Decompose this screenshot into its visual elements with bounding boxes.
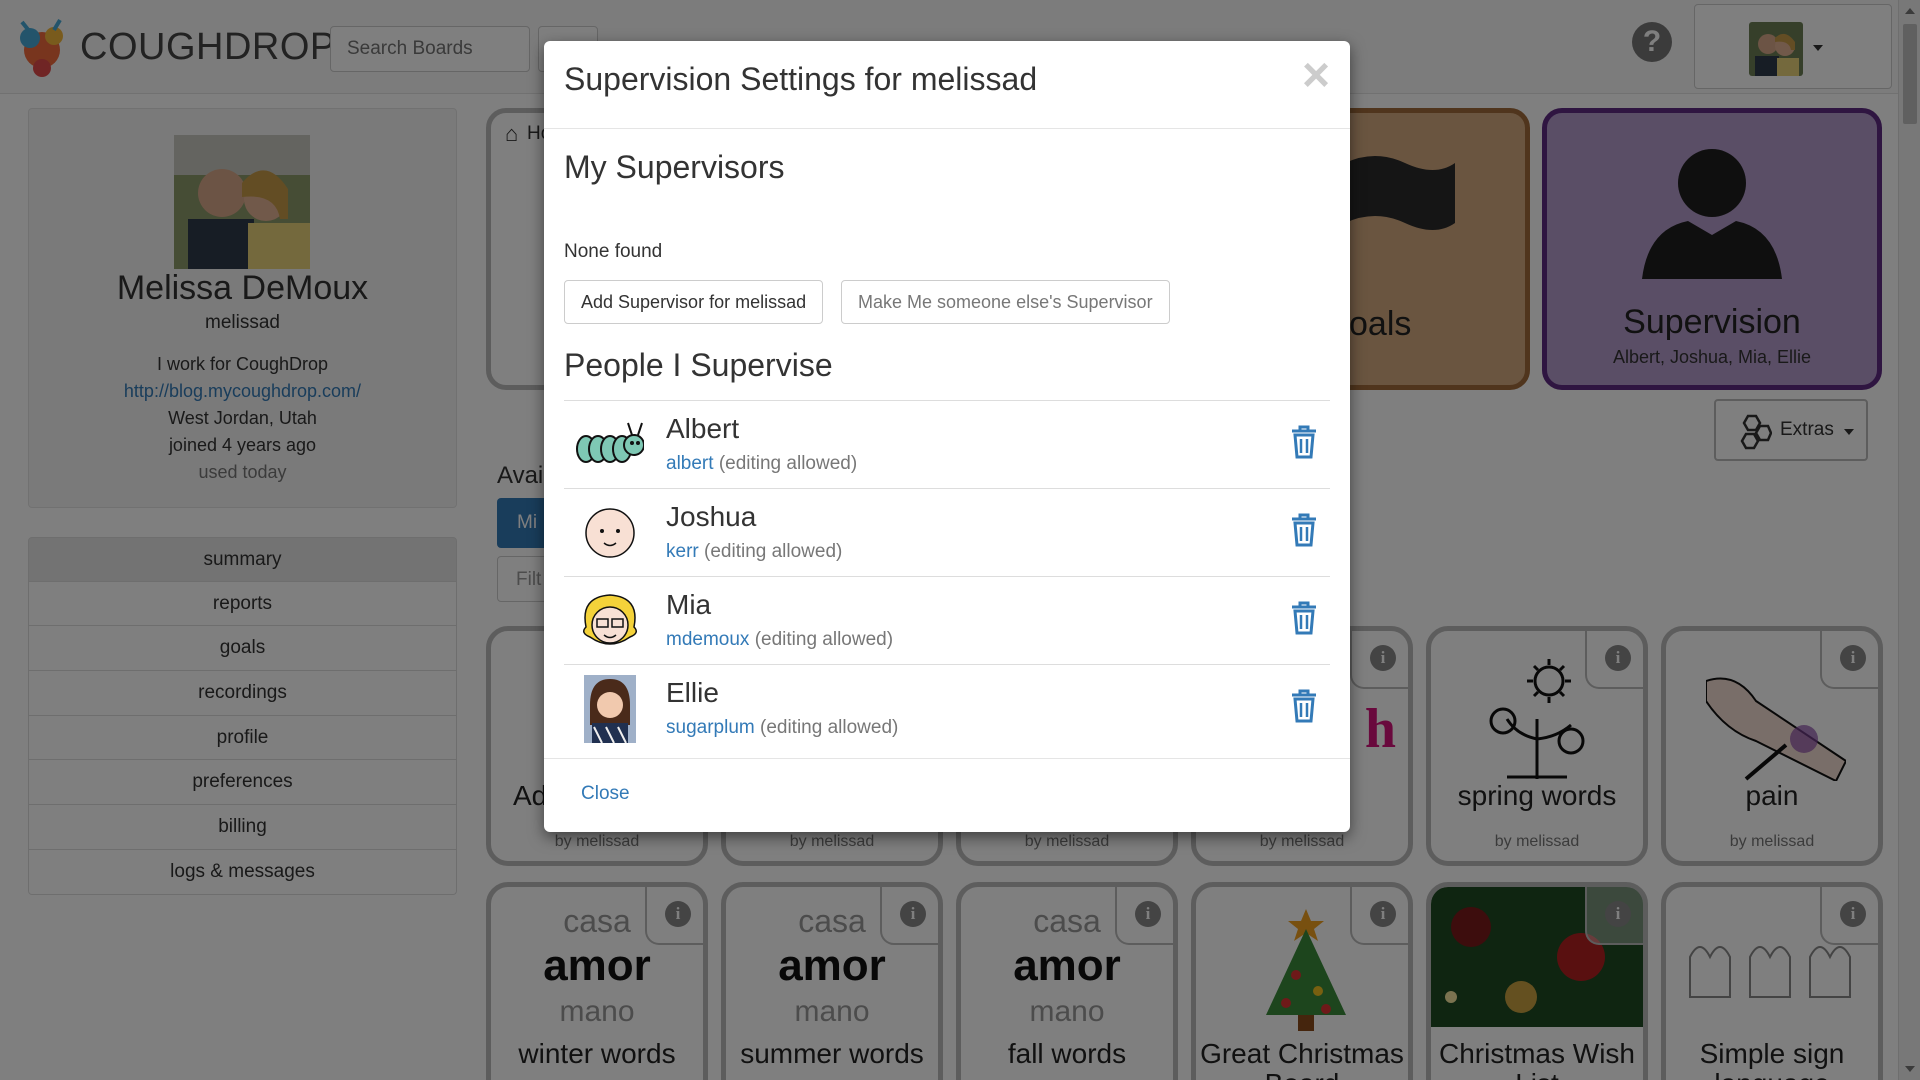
modal-footer: Close	[544, 758, 1350, 832]
add-supervisor-button[interactable]: Add Supervisor for melissad	[564, 280, 824, 324]
supervisee-row: Joshua kerr (editing allowed)	[564, 489, 1330, 577]
supervisee-details: kerr (editing allowed)	[666, 541, 842, 563]
supervisee-username-link[interactable]: kerr	[666, 541, 699, 562]
girl-glasses-icon	[583, 594, 637, 645]
supervisee-username-link[interactable]: albert	[666, 453, 714, 474]
supervision-settings-modal: Supervision Settings for melissad × My S…	[544, 41, 1350, 832]
trash-icon[interactable]	[1290, 513, 1318, 547]
close-icon[interactable]: ×	[1302, 51, 1330, 101]
supervisee-name: Joshua	[666, 501, 757, 532]
supervisee-permission: (editing allowed)	[760, 717, 899, 738]
modal-title: Supervision Settings for melissad	[564, 61, 1038, 97]
baby-face-icon	[585, 508, 635, 558]
my-supervisors-heading: My Supervisors	[564, 149, 785, 185]
supervisee-permission: (editing allowed)	[704, 541, 843, 562]
supervisee-row: Albert albert (editing allowed)	[564, 401, 1330, 489]
supervisee-name: Albert	[666, 413, 740, 444]
supervisee-name: Ellie	[666, 677, 719, 708]
close-button[interactable]: Close	[581, 783, 630, 805]
supervisee-details: mdemoux (editing allowed)	[666, 629, 893, 651]
trash-icon[interactable]	[1290, 689, 1318, 723]
make-me-supervisor-button[interactable]: Make Me someone else's Supervisor	[841, 280, 1170, 324]
supervisee-username-link[interactable]: sugarplum	[666, 717, 755, 738]
trash-icon[interactable]	[1290, 601, 1318, 635]
caterpillar-icon	[576, 422, 644, 463]
supervisee-row: Mia mdemoux (editing allowed)	[564, 577, 1330, 665]
supervisee-row: Ellie sugarplum (editing allowed)	[564, 665, 1330, 753]
people-i-supervise-heading: People I Supervise	[564, 347, 833, 383]
supervisee-permission: (editing allowed)	[754, 629, 894, 650]
photo-avatar	[584, 675, 636, 743]
supervisee-username-link[interactable]: mdemoux	[666, 629, 749, 650]
supervisee-details: sugarplum (editing allowed)	[666, 717, 898, 739]
supervisee-permission: (editing allowed)	[718, 453, 858, 474]
supervisee-name: Mia	[666, 589, 712, 620]
trash-icon[interactable]	[1290, 425, 1318, 459]
supervisee-details: albert (editing allowed)	[666, 453, 857, 475]
supervisors-empty-text: None found	[564, 241, 663, 262]
supervisee-list: Albert albert (editing allowed) Joshua k…	[564, 400, 1330, 753]
modal-header: Supervision Settings for melissad ×	[544, 41, 1350, 129]
